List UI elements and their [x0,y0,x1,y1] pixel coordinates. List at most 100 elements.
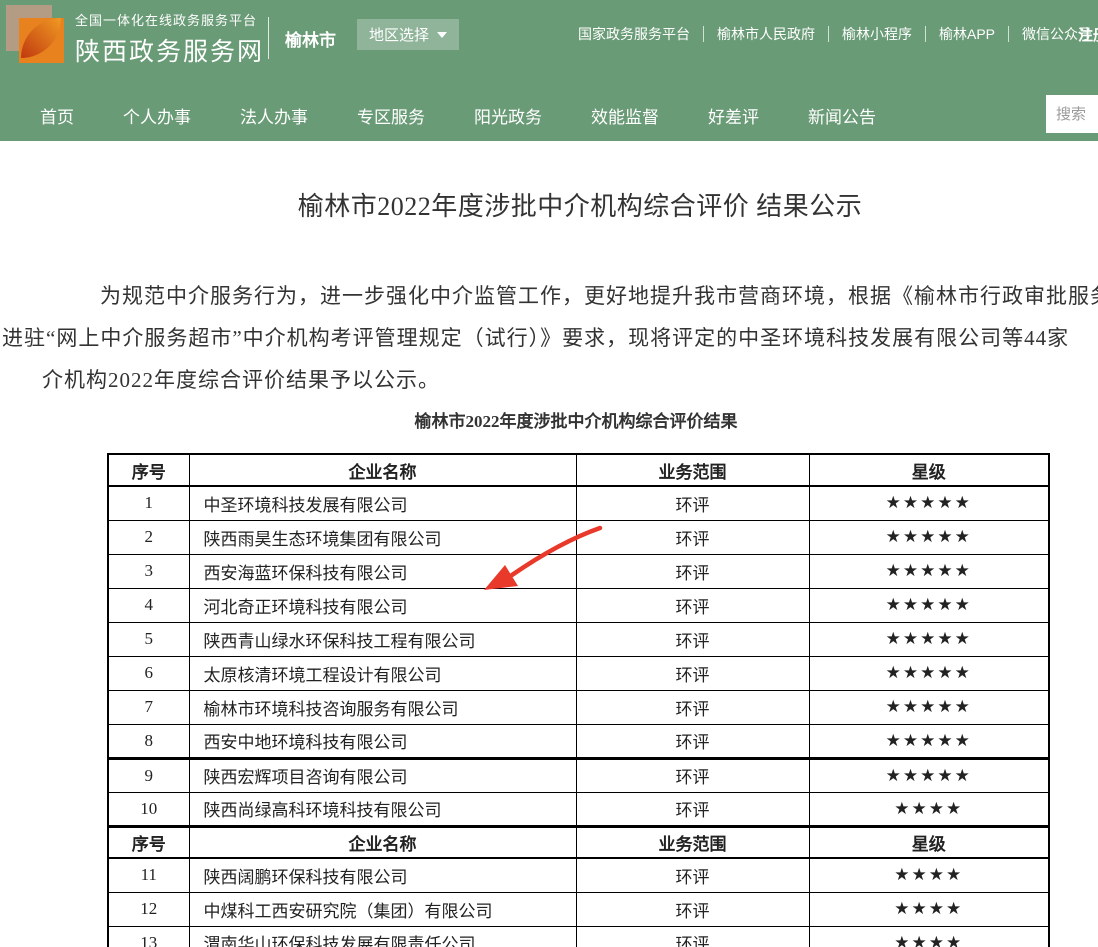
cell-business-scope: 环评 [576,520,809,554]
cell-business-scope: 环评 [576,656,809,690]
cell-company-name: 陕西尚绿高科环境科技有限公司 [189,792,576,826]
cell-index: 7 [108,690,189,724]
page-title: 榆林市2022年度涉批中介机构综合评价 结果公示 [0,186,1098,223]
cell-star-rating: ★★★★★ [809,656,1049,690]
brand-divider [268,17,269,59]
cell-company-name: 太原核清环境工程设计有限公司 [189,656,576,690]
top-link-separator [828,26,829,42]
table-row: 1中圣环境科技发展有限公司环评★★★★★ [108,486,1049,520]
cell-index: 12 [108,892,189,926]
cell-index: 9 [108,758,189,792]
cell-business-scope: 环评 [576,622,809,656]
search-box [1046,95,1098,133]
table-row: 6太原核清环境工程设计有限公司环评★★★★★ [108,656,1049,690]
top-link[interactable]: 榆林小程序 [842,24,912,44]
column-header: 星级 [809,826,1049,858]
table-row: 11陕西阔鹏环保科技有限公司环评★★★★ [108,858,1049,892]
cell-company-name: 西安海蓝环保科技有限公司 [189,554,576,588]
nav-item[interactable]: 好差评 [708,103,759,128]
paragraph-line: 为规范中介服务行为，进一步强化中介监管工作，更好地提升我市营商环境，根据《榆林市… [100,275,1098,317]
nav-item[interactable]: 首页 [40,103,74,128]
cell-star-rating: ★★★★★ [809,588,1049,622]
top-link[interactable]: 榆林APP [939,24,995,44]
table-row: 3西安海蓝环保科技有限公司环评★★★★★ [108,554,1049,588]
table-row: 12中煤科工西安研究院（集团）有限公司环评★★★★ [108,892,1049,926]
top-link-separator [703,26,704,42]
region-select-button[interactable]: 地区选择 [357,19,459,50]
platform-label: 全国一体化在线政务服务平台 [75,10,264,29]
cell-company-name: 陕西雨昊生态环境集团有限公司 [189,520,576,554]
top-links: 国家政务服务平台榆林市人民政府榆林小程序榆林APP微信公众号 [578,24,1092,44]
cell-star-rating: ★★★★★ [809,622,1049,656]
cell-business-scope: 环评 [576,792,809,826]
cell-business-scope: 环评 [576,926,809,947]
cell-star-rating: ★★★★★ [809,758,1049,792]
caret-down-icon [437,32,447,38]
nav-item[interactable]: 效能监督 [591,103,659,128]
site-name: 陕西政务服务网 [75,32,264,68]
cell-star-rating: ★★★★ [809,892,1049,926]
cell-index: 10 [108,792,189,826]
announcement-paragraph: 为规范中介服务行为，进一步强化中介监管工作，更好地提升我市营商环境，根据《榆林市… [0,275,1098,401]
paragraph-line: 进驻“网上中介服务超市”中介机构考评管理规定（试行）》要求，现将评定的中圣环境科… [2,317,1098,359]
cell-company-name: 陕西青山绿水环保科技工程有限公司 [189,622,576,656]
evaluation-table: 序号企业名称业务范围星级1中圣环境科技发展有限公司环评★★★★★2陕西雨昊生态环… [107,453,1050,947]
cell-company-name: 西安中地环境科技有限公司 [189,724,576,758]
cell-business-scope: 环评 [576,486,809,520]
table-row: 7榆林市环境科技咨询服务有限公司环评★★★★★ [108,690,1049,724]
top-link[interactable]: 榆林市人民政府 [717,24,815,44]
cell-business-scope: 环评 [576,724,809,758]
cell-star-rating: ★★★★ [809,792,1049,826]
cell-business-scope: 环评 [576,690,809,724]
cell-index: 5 [108,622,189,656]
cell-star-rating: ★★★★★ [809,690,1049,724]
cell-business-scope: 环评 [576,892,809,926]
column-header: 序号 [108,454,189,486]
column-header: 企业名称 [189,826,576,858]
table-row: 4河北奇正环境科技有限公司环评★★★★★ [108,588,1049,622]
cell-company-name: 渭南华山环保科技发展有限责任公司 [189,926,576,947]
nav-item[interactable]: 新闻公告 [808,103,876,128]
cell-star-rating: ★★★★★ [809,486,1049,520]
register-link[interactable]: 注册 [1078,24,1098,45]
table-row: 2陕西雨昊生态环境集团有限公司环评★★★★★ [108,520,1049,554]
top-link-separator [1008,26,1009,42]
cell-star-rating: ★★★★★ [809,724,1049,758]
paragraph-line: 介机构2022年度综合评价结果予以公示。 [42,359,1098,401]
cell-company-name: 陕西阔鹏环保科技有限公司 [189,858,576,892]
table-header-row: 序号企业名称业务范围星级 [108,454,1049,486]
column-header: 业务范围 [576,454,809,486]
cell-index: 13 [108,926,189,947]
cell-star-rating: ★★★★ [809,926,1049,947]
nav-item[interactable]: 法人办事 [240,103,308,128]
cell-company-name: 中煤科工西安研究院（集团）有限公司 [189,892,576,926]
table-row: 10陕西尚绿高科环境科技有限公司环评★★★★ [108,792,1049,826]
cell-index: 4 [108,588,189,622]
region-select-label: 地区选择 [369,24,429,45]
table-row: 5陕西青山绿水环保科技工程有限公司环评★★★★★ [108,622,1049,656]
cell-business-scope: 环评 [576,858,809,892]
nav-item[interactable]: 专区服务 [357,103,425,128]
main-nav: 首页 个人办事 法人办事 专区服务 阳光政务 效能监督 好差评 新闻公告 [0,90,1098,141]
cell-company-name: 榆林市环境科技咨询服务有限公司 [189,690,576,724]
brand-text: 全国一体化在线政务服务平台 陕西政务服务网 [75,10,264,68]
current-city-label: 榆林市 [285,26,336,51]
cell-star-rating: ★★★★ [809,858,1049,892]
top-link[interactable]: 国家政务服务平台 [578,24,690,44]
cell-business-scope: 环评 [576,758,809,792]
table-row: 9陕西宏辉项目咨询有限公司环评★★★★★ [108,758,1049,792]
cell-business-scope: 环评 [576,554,809,588]
column-header: 星级 [809,454,1049,486]
cell-company-name: 陕西宏辉项目咨询有限公司 [189,758,576,792]
nav-item[interactable]: 个人办事 [123,103,191,128]
table-header-row: 序号企业名称业务范围星级 [108,826,1049,858]
cell-star-rating: ★★★★★ [809,520,1049,554]
table-row: 13渭南华山环保科技发展有限责任公司环评★★★★ [108,926,1049,947]
column-header: 序号 [108,826,189,858]
column-header: 企业名称 [189,454,576,486]
cell-index: 2 [108,520,189,554]
cell-company-name: 河北奇正环境科技有限公司 [189,588,576,622]
search-input[interactable] [1046,95,1098,133]
site-header: 全国一体化在线政务服务平台 陕西政务服务网 榆林市 地区选择 国家政务服务平台 榆… [0,0,1098,141]
nav-item[interactable]: 阳光政务 [474,103,542,128]
